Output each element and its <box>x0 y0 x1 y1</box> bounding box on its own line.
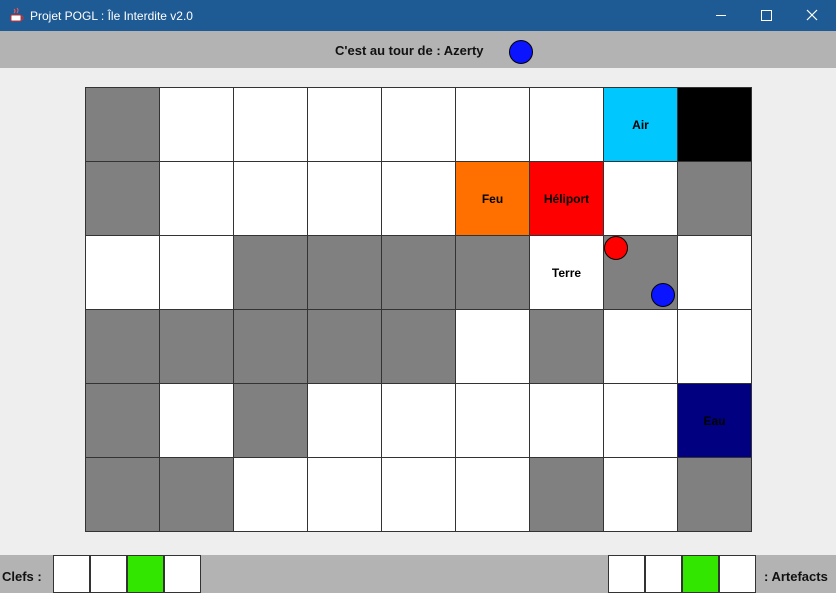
tile-water[interactable]: Eau <box>678 384 752 458</box>
tile-flooded[interactable] <box>530 310 604 384</box>
tile-flooded[interactable] <box>456 236 530 310</box>
key-slot-2 <box>90 555 127 593</box>
tile-dry[interactable] <box>234 458 308 532</box>
tile-dry[interactable] <box>160 384 234 458</box>
tile-dry[interactable] <box>456 384 530 458</box>
player-pawn <box>604 236 628 260</box>
tile-flooded[interactable] <box>382 310 456 384</box>
close-icon <box>806 9 818 21</box>
key-slot-3 <box>127 555 164 593</box>
tile-sunk[interactable] <box>678 88 752 162</box>
tile-dry[interactable] <box>160 88 234 162</box>
artifact-slot-2 <box>645 555 682 593</box>
tile-flooded[interactable] <box>308 310 382 384</box>
tile-flooded[interactable] <box>308 236 382 310</box>
tile-dry[interactable] <box>382 162 456 236</box>
artifacts-label: : Artefacts <box>764 569 828 584</box>
artifact-slot-4 <box>719 555 756 593</box>
tile-dry[interactable] <box>308 384 382 458</box>
key-slot-1 <box>53 555 90 593</box>
tile-dry[interactable] <box>678 236 752 310</box>
tile-label: Feu <box>481 192 504 206</box>
tile-dry[interactable] <box>160 162 234 236</box>
tile-label: Air <box>632 118 649 132</box>
tile-flooded[interactable] <box>86 384 160 458</box>
tile-label: Terre <box>551 266 582 280</box>
tile-dry[interactable] <box>456 88 530 162</box>
tile-dry[interactable] <box>456 310 530 384</box>
tile-flooded[interactable] <box>678 458 752 532</box>
tile-dry[interactable] <box>308 162 382 236</box>
java-app-icon <box>10 7 24 22</box>
tile-dry[interactable] <box>308 458 382 532</box>
tile-dry[interactable] <box>308 88 382 162</box>
key-slot-4 <box>164 555 201 593</box>
tile-flooded[interactable] <box>678 162 752 236</box>
tile-dry[interactable] <box>530 88 604 162</box>
minimize-icon <box>716 15 726 16</box>
tile-label: Eau <box>703 414 726 428</box>
player-pawn <box>651 283 675 307</box>
tile-flooded[interactable] <box>234 384 308 458</box>
keys-label: Clefs : <box>2 569 42 584</box>
turn-text: C'est au tour de : Azerty <box>335 43 484 58</box>
tile-dry[interactable] <box>604 310 678 384</box>
tile-fire[interactable]: Feu <box>456 162 530 236</box>
tile-flooded[interactable] <box>160 310 234 384</box>
minimize-button[interactable] <box>699 0 744 31</box>
title-bar[interactable]: Projet POGL : Île Interdite v2.0 <box>0 0 836 31</box>
tile-dry[interactable] <box>382 384 456 458</box>
tile-label: Héliport <box>543 192 590 206</box>
tile-flooded[interactable] <box>86 88 160 162</box>
tile-dry[interactable] <box>382 458 456 532</box>
tile-dry[interactable] <box>382 88 456 162</box>
artifact-slot-1 <box>608 555 645 593</box>
tile-flooded[interactable] <box>160 458 234 532</box>
tile-dry[interactable] <box>604 162 678 236</box>
tile-dry[interactable] <box>86 236 160 310</box>
tile-flooded[interactable] <box>234 236 308 310</box>
island-board[interactable]: Air Feu Héliport Terre Eau <box>85 87 752 532</box>
tile-dry[interactable] <box>678 310 752 384</box>
tile-dry[interactable] <box>604 384 678 458</box>
tile-earth[interactable]: Terre <box>530 236 604 310</box>
turn-indicator-bar: C'est au tour de : Azerty <box>0 31 836 68</box>
tile-dry[interactable] <box>604 458 678 532</box>
tile-dry[interactable] <box>234 88 308 162</box>
tile-heliport[interactable]: Héliport <box>530 162 604 236</box>
maximize-button[interactable] <box>744 0 789 31</box>
tile-air[interactable]: Air <box>604 88 678 162</box>
tile-dry[interactable] <box>456 458 530 532</box>
tile-dry[interactable] <box>160 236 234 310</box>
tile-flooded[interactable] <box>86 310 160 384</box>
tile-flooded[interactable] <box>530 458 604 532</box>
current-player-token <box>509 40 533 64</box>
tile-flooded[interactable] <box>234 310 308 384</box>
tile-flooded[interactable] <box>86 458 160 532</box>
tile-flooded[interactable] <box>86 162 160 236</box>
tile-dry[interactable] <box>530 384 604 458</box>
window-title: Projet POGL : Île Interdite v2.0 <box>30 9 193 23</box>
maximize-icon <box>761 10 772 21</box>
tile-flooded[interactable] <box>382 236 456 310</box>
close-button[interactable] <box>789 0 836 31</box>
tile-dry[interactable] <box>234 162 308 236</box>
artifact-slot-3 <box>682 555 719 593</box>
